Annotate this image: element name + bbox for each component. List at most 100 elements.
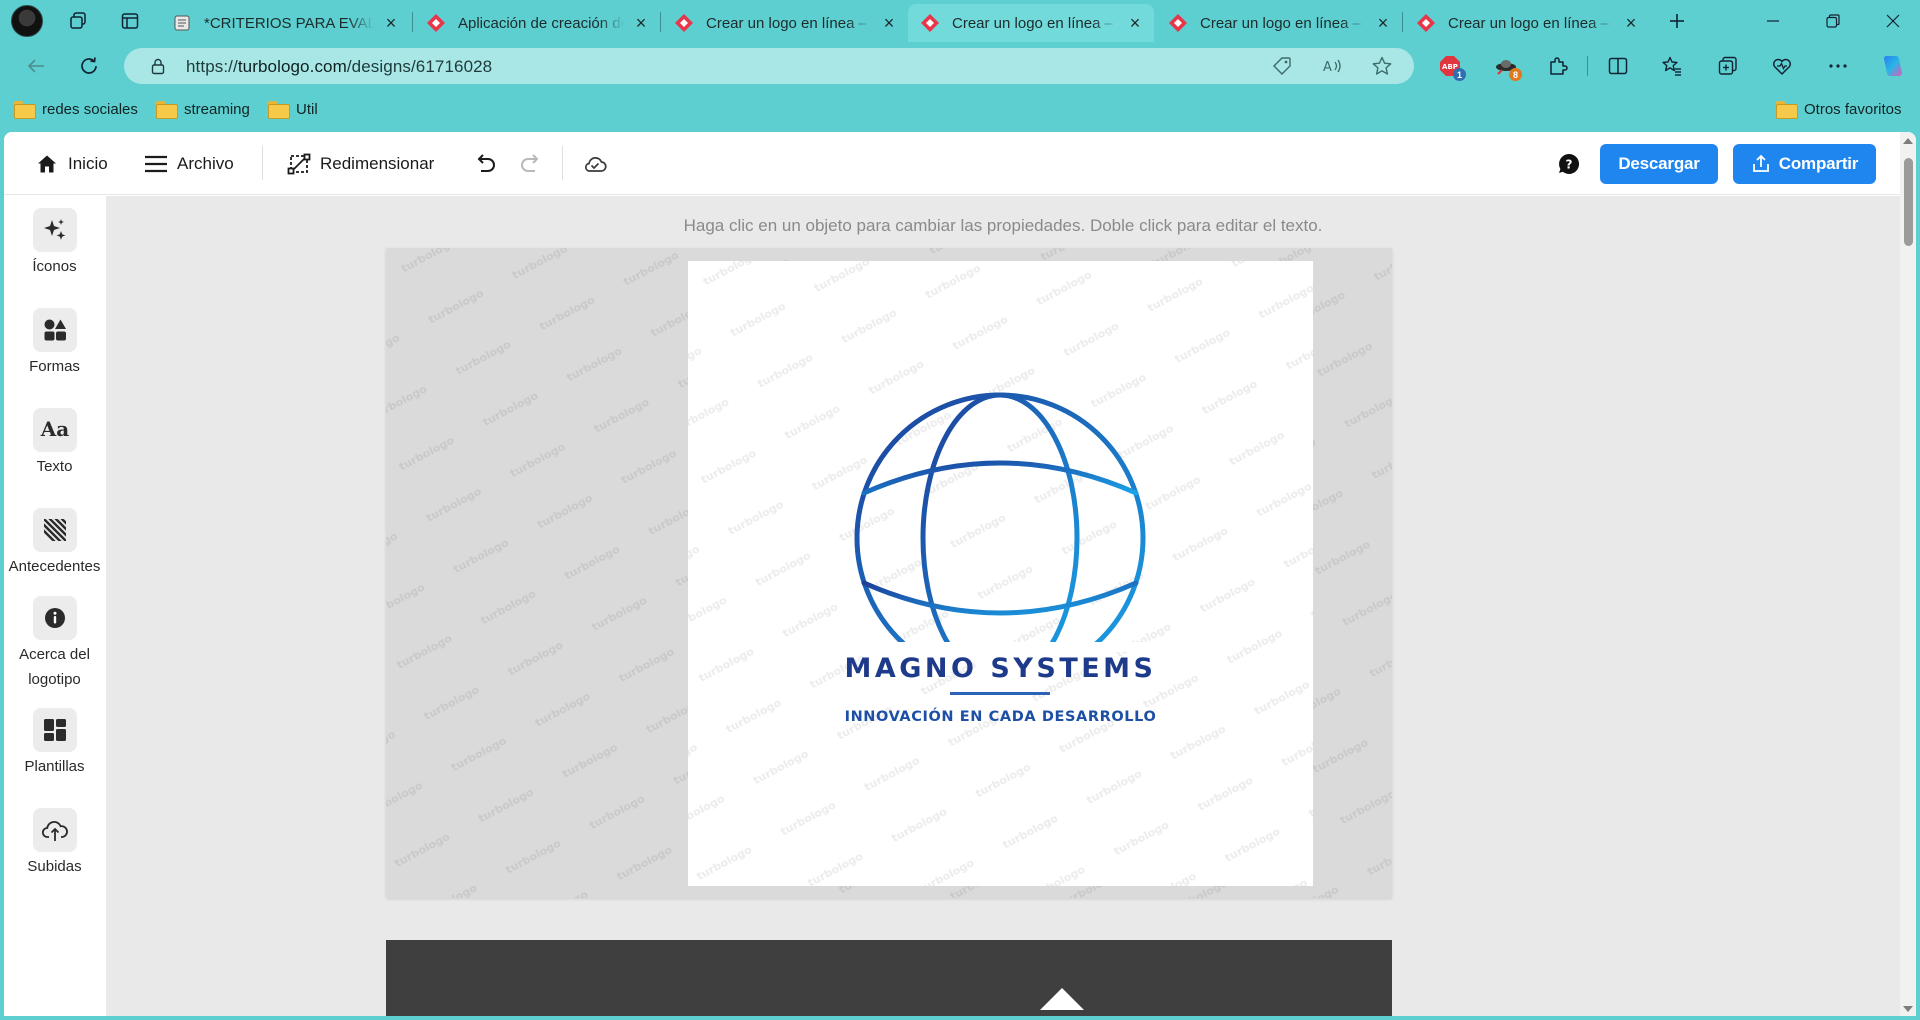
bookmark-folder-redes-sociales[interactable]: redes sociales	[14, 97, 138, 121]
tab-actions-icon[interactable]	[116, 8, 144, 34]
text-icon: Aa	[32, 408, 77, 452]
sidebar-item-uploads[interactable]: Subidas	[4, 808, 105, 879]
document-icon	[172, 13, 192, 33]
lock-icon[interactable]	[146, 54, 170, 78]
tab-title: Crear un logo en línea – C	[1200, 14, 1366, 32]
scrollbar-thumb[interactable]	[1904, 158, 1913, 246]
close-icon[interactable]: ×	[1622, 13, 1640, 33]
bookmark-folder-otros-favoritos[interactable]: Otros favoritos	[1776, 97, 1902, 121]
scroll-up-arrow-icon[interactable]	[1903, 138, 1913, 144]
download-button[interactable]: Descargar	[1600, 144, 1718, 184]
close-icon[interactable]: ×	[382, 13, 400, 33]
extensions-puzzle-icon[interactable]	[1542, 50, 1574, 82]
turbologo-icon	[1168, 13, 1188, 33]
cloud-save-status[interactable]	[582, 150, 616, 178]
browser-essentials-icon[interactable]	[1766, 50, 1798, 82]
close-icon[interactable]: ×	[632, 13, 650, 33]
new-tab-icon[interactable]	[1662, 8, 1692, 34]
close-icon[interactable]: ×	[880, 13, 898, 33]
extension-badge: 1	[1453, 68, 1466, 81]
sidebar-item-label: Formas	[29, 358, 80, 375]
share-button[interactable]: Compartir	[1733, 144, 1876, 184]
workspaces-icon[interactable]	[64, 8, 92, 34]
sidebar-item-label: Íconos	[32, 258, 77, 275]
sidebar-item-text[interactable]: Aa Texto	[4, 408, 105, 479]
back-icon[interactable]	[20, 50, 52, 82]
bookmark-folder-streaming[interactable]: streaming	[156, 97, 250, 121]
turbologo-icon	[674, 13, 694, 33]
adblock-icon[interactable]: ABP 1	[1434, 50, 1466, 82]
logo-divider-line[interactable]	[950, 692, 1050, 695]
tab-title: *CRITERIOS PARA EVALUAR	[204, 14, 374, 32]
address-bar[interactable]: https://turbologo.com/designs/61716028 A	[124, 48, 1414, 84]
collections-icon[interactable]	[1712, 50, 1744, 82]
file-label: Archivo	[177, 154, 234, 173]
tab-crear-logo-1[interactable]: Crear un logo en línea – C ×	[662, 4, 908, 42]
sidebar-item-about-logo[interactable]: Acerca del logotipo	[4, 596, 105, 692]
profile-avatar[interactable]	[11, 5, 43, 37]
shopping-tag-icon[interactable]	[1270, 54, 1294, 78]
tab-crear-logo-active[interactable]: Crear un logo en línea – C ×	[908, 4, 1154, 42]
sidebar-item-icons[interactable]: Íconos	[4, 208, 105, 279]
file-menu-button[interactable]: Archivo	[143, 150, 234, 178]
tab-crear-logo-4[interactable]: Crear un logo en línea – C ×	[1404, 4, 1650, 42]
tab-separator	[412, 12, 413, 32]
bookmarks-bar: redes sociales streaming Util Otros favo…	[0, 90, 1920, 128]
svg-text:Aa: Aa	[40, 417, 69, 441]
tab-crear-logo-3[interactable]: Crear un logo en línea – C ×	[1156, 4, 1402, 42]
design-board[interactable]: turbologo turbologo	[386, 248, 1392, 898]
ufo-extension-icon[interactable]: 8	[1490, 50, 1522, 82]
bookmark-label: Util	[296, 100, 318, 118]
copilot-icon[interactable]	[1877, 50, 1909, 82]
undo-button[interactable]	[472, 150, 506, 178]
close-icon[interactable]: ×	[1126, 13, 1144, 33]
bookmark-folder-util[interactable]: Util	[268, 97, 318, 121]
share-icon	[1751, 154, 1771, 174]
folder-icon	[14, 101, 36, 119]
tab-aplicacion[interactable]: Aplicación de creación de ×	[414, 4, 660, 42]
split-screen-icon[interactable]	[1602, 50, 1634, 82]
toolbar-divider	[1580, 50, 1594, 82]
editor-hint-text: Haga clic en un objeto para cambiar las …	[683, 216, 1323, 235]
help-button[interactable]: ?	[1556, 150, 1590, 178]
home-button[interactable]: Inicio	[34, 150, 108, 178]
bookmark-label: Otros favoritos	[1804, 100, 1902, 118]
folder-icon	[156, 101, 178, 119]
close-icon[interactable]: ×	[1374, 13, 1392, 33]
toolbar-divider	[262, 146, 263, 180]
svg-text:?: ?	[1566, 158, 1573, 172]
navigation-bar: https://turbologo.com/designs/61716028 A…	[0, 42, 1920, 90]
read-aloud-icon[interactable]: A	[1320, 54, 1344, 78]
share-label: Compartir	[1778, 154, 1859, 173]
url-text[interactable]: https://turbologo.com/designs/61716028	[186, 57, 492, 77]
shapes-icon	[32, 308, 77, 352]
sidebar-item-shapes[interactable]: Formas	[4, 308, 105, 379]
logo-tagline[interactable]: INNOVACIÓN EN CADA DESARROLLO	[688, 709, 1313, 725]
scroll-down-arrow-icon[interactable]	[1903, 1006, 1913, 1012]
undo-icon	[472, 151, 498, 177]
tab-separator	[1402, 12, 1403, 32]
help-chat-icon: ?	[1556, 151, 1582, 177]
page-scrollbar[interactable]	[1900, 132, 1916, 1016]
resize-button[interactable]: Redimensionar	[286, 150, 434, 178]
sidebar-item-backgrounds[interactable]: Antecedentes	[4, 508, 105, 579]
close-window-icon[interactable]	[1870, 0, 1916, 42]
upload-cloud-icon	[32, 808, 77, 852]
logo-company-name[interactable]: MAGNO SYSTEMS	[688, 653, 1313, 684]
minimize-icon[interactable]	[1750, 0, 1796, 42]
secondary-design-board[interactable]	[386, 940, 1392, 1016]
favorite-star-icon[interactable]	[1370, 54, 1394, 78]
sidebar-item-templates[interactable]: Plantillas	[4, 708, 105, 779]
globe-logo-icon[interactable]	[854, 392, 1146, 681]
sidebar-item-label: Antecedentes	[8, 558, 101, 575]
favorites-list-icon[interactable]	[1656, 50, 1688, 82]
refresh-icon[interactable]	[73, 50, 105, 82]
redo-icon	[518, 151, 544, 177]
logo-canvas[interactable]: turbologo	[688, 261, 1313, 886]
tab-criterios[interactable]: *CRITERIOS PARA EVALUAR ×	[160, 4, 410, 42]
restore-icon[interactable]	[1810, 0, 1856, 42]
tab-title: Crear un logo en línea – C	[952, 14, 1118, 32]
redo-button[interactable]	[518, 150, 552, 178]
tab-title: Crear un logo en línea – C	[706, 14, 872, 32]
more-options-icon[interactable]	[1822, 50, 1854, 82]
